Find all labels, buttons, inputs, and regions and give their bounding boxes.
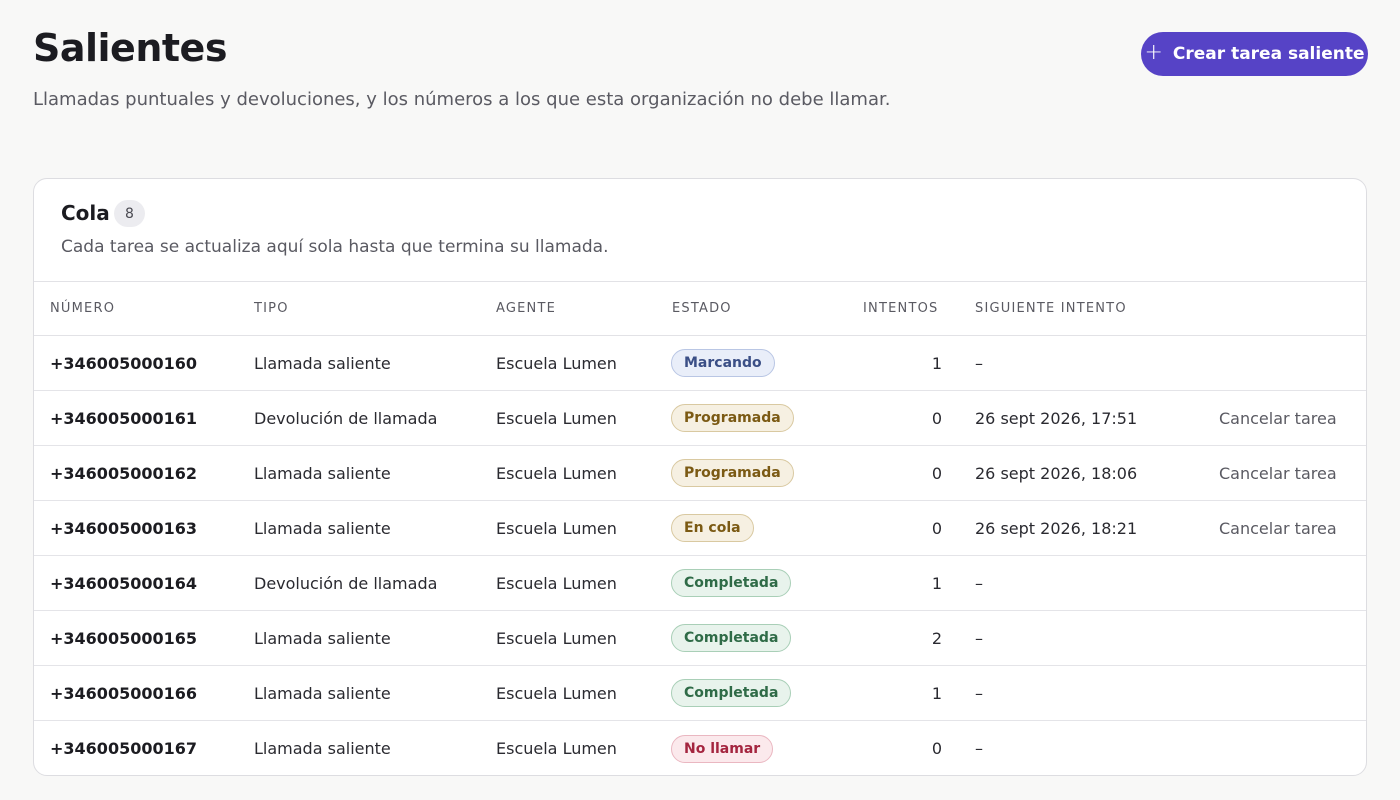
agent-name: Escuela Lumen: [496, 408, 617, 428]
attempts-count: 0: [931, 518, 942, 538]
agent-name: Escuela Lumen: [496, 518, 617, 538]
status-badge: Completada: [671, 569, 792, 597]
table-body: +346005000160 Llamada saliente Escuela Lum…: [34, 336, 1366, 775]
phone-number: +346005000160: [50, 353, 197, 373]
status-badge: En cola: [671, 514, 754, 542]
column-header-attempts: INTENTOS: [863, 301, 939, 316]
page-subtitle: Llamadas puntuales y devoluciones, y los…: [33, 89, 891, 110]
cancel-task-button[interactable]: Cancelar tarea: [1219, 446, 1337, 500]
queue-title: Cola: [61, 201, 110, 225]
table-row: +346005000167 Llamada saliente Escuela Lum…: [34, 721, 1366, 775]
status-badge: No llamar: [671, 734, 774, 763]
attempts-count: 2: [931, 628, 942, 648]
task-type: Llamada saliente: [254, 683, 391, 703]
column-header-agent: AGENTE: [496, 301, 557, 316]
column-header-type: TIPO: [254, 301, 289, 316]
status-badge: Completada: [671, 624, 792, 652]
attempts-count: 1: [931, 683, 942, 703]
table-row: +346005000163 Llamada saliente Escuela Lum…: [34, 501, 1366, 556]
page-title: Salientes: [33, 26, 227, 70]
table-row: +346005000165 Llamada saliente Escuela Lum…: [34, 611, 1366, 666]
next-attempt: –: [975, 628, 983, 648]
create-task-button-label: Crear tarea saliente: [1172, 44, 1365, 64]
next-attempt: 26 sept 2026, 18:06: [975, 463, 1138, 483]
phone-number: +346005000163: [50, 518, 197, 538]
next-attempt: –: [975, 573, 983, 593]
agent-name: Escuela Lumen: [496, 573, 617, 593]
next-attempt: –: [975, 353, 983, 373]
status-badge: Marcando: [671, 349, 775, 377]
phone-number: +346005000166: [50, 683, 197, 703]
task-type: Llamada saliente: [254, 628, 391, 648]
task-type: Llamada saliente: [254, 518, 391, 538]
column-header-status: ESTADO: [672, 301, 732, 316]
table-row: +346005000166 Llamada saliente Escuela Lum…: [34, 666, 1366, 721]
agent-name: Escuela Lumen: [496, 628, 617, 648]
cancel-task-button[interactable]: Cancelar tarea: [1219, 501, 1337, 555]
attempts-count: 0: [931, 408, 942, 428]
attempts-count: 0: [931, 739, 942, 758]
agent-name: Escuela Lumen: [496, 463, 617, 483]
task-type: Devolución de llamada: [254, 408, 438, 428]
phone-number: +346005000164: [50, 573, 197, 593]
queue-card: Cola 8 Cada tarea se actualiza aquí sola…: [33, 178, 1367, 776]
next-attempt: –: [975, 739, 983, 758]
queue-count-badge: 8: [114, 200, 145, 227]
attempts-count: 1: [931, 353, 942, 373]
agent-name: Escuela Lumen: [496, 683, 617, 703]
attempts-count: 0: [931, 463, 942, 483]
status-badge: Programada: [671, 459, 794, 487]
table-header: NÚMERO TIPO AGENTE ESTADO INTENTOS SIGUI…: [34, 282, 1366, 336]
column-header-next-attempt: SIGUIENTE INTENTO: [975, 301, 1127, 316]
create-task-button[interactable]: + Crear tarea saliente: [1141, 32, 1368, 76]
queue-description: Cada tarea se actualiza aquí sola hasta …: [61, 237, 609, 257]
queue-card-header: Cola 8 Cada tarea se actualiza aquí sola…: [34, 179, 1366, 282]
table-row: +346005000162 Llamada saliente Escuela Lum…: [34, 446, 1366, 501]
phone-number: +346005000165: [50, 628, 197, 648]
cancel-task-button[interactable]: Cancelar tarea: [1219, 391, 1337, 445]
phone-number: +346005000167: [50, 739, 197, 758]
task-type: Llamada saliente: [254, 353, 391, 373]
next-attempt: 26 sept 2026, 18:21: [975, 518, 1138, 538]
status-badge: Completada: [671, 679, 792, 707]
table-row: +346005000161 Devolución de llamada Escuel…: [34, 391, 1366, 446]
column-header-number: NÚMERO: [50, 301, 116, 316]
table-row: +346005000160 Llamada saliente Escuela Lum…: [34, 336, 1366, 391]
agent-name: Escuela Lumen: [496, 353, 617, 373]
plus-icon: +: [1144, 40, 1163, 65]
table-row: +346005000164 Devolución de llamada Escuel…: [34, 556, 1366, 611]
next-attempt: –: [975, 683, 983, 703]
task-type: Llamada saliente: [254, 463, 391, 483]
phone-number: +346005000162: [50, 463, 197, 483]
status-badge: Programada: [671, 404, 794, 432]
attempts-count: 1: [931, 573, 942, 593]
agent-name: Escuela Lumen: [496, 739, 617, 758]
task-type: Devolución de llamada: [254, 573, 438, 593]
next-attempt: 26 sept 2026, 17:51: [975, 408, 1138, 428]
phone-number: +346005000161: [50, 408, 197, 428]
task-type: Llamada saliente: [254, 739, 391, 758]
